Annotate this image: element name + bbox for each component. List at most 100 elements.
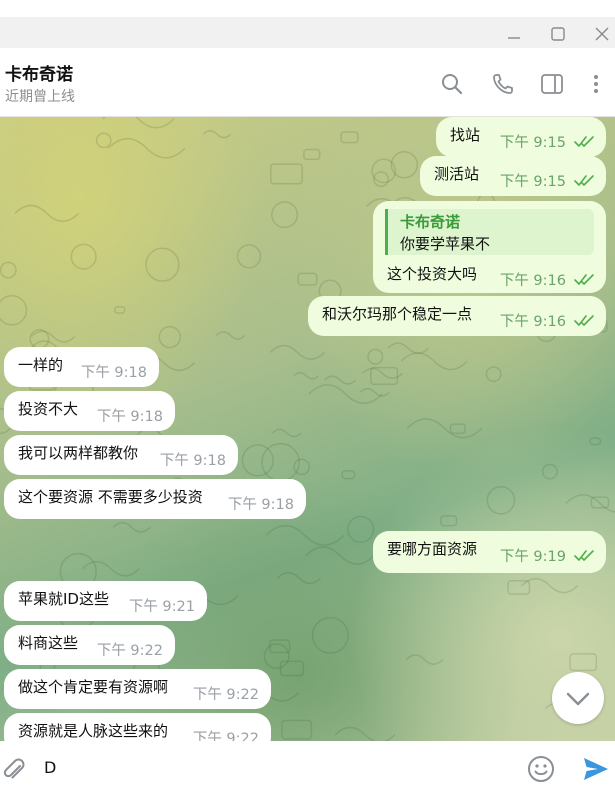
- message-input[interactable]: [44, 755, 504, 779]
- message-text: 测活站: [434, 165, 480, 183]
- incoming-message[interactable]: 这个要资源 不需要多少投资下午 9:18: [4, 479, 306, 519]
- outgoing-message[interactable]: 测活站下午 9:15: [420, 156, 606, 196]
- incoming-message[interactable]: 资源就是人脉这些来的下午 9:22: [4, 713, 271, 741]
- incoming-message[interactable]: 料商这些下午 9:22: [4, 625, 175, 665]
- wallpaper-doodle: [145, 247, 180, 282]
- message-text: 找站: [450, 126, 481, 144]
- wallpaper-doodle: [271, 201, 299, 229]
- wallpaper-doodle: [263, 643, 290, 670]
- wallpaper-doodle: [485, 366, 502, 383]
- message-time: 下午 9:18: [96, 409, 163, 425]
- message-text: 这个投资大吗: [387, 265, 478, 283]
- wallpaper-doodle: [341, 470, 356, 480]
- wallpaper-doodle: [0, 294, 28, 326]
- wallpaper-doodle: [293, 371, 319, 380]
- message-text: 一样的: [18, 356, 64, 374]
- sidebar-toggle-icon[interactable]: [540, 72, 564, 96]
- wallpaper-doodle: [279, 660, 305, 677]
- close-icon[interactable]: [592, 24, 612, 44]
- emoji-icon[interactable]: [527, 755, 555, 783]
- wallpaper-doodle: [270, 163, 303, 185]
- message-time: 下午 9:22: [192, 687, 259, 703]
- message-time: 下午 9:18: [159, 453, 226, 469]
- chat-area[interactable]: 找站 下午 9:15 测活站 下午 9:15 卡布奇诺 你要学苹果不 这个投资大吗 下午 9:…: [0, 117, 615, 741]
- wallpaper-doodle: [361, 367, 403, 380]
- wallpaper-doodle: [202, 129, 232, 139]
- wallpaper-doodle: [308, 384, 383, 404]
- message-time: 下午 9:18: [80, 365, 147, 381]
- wallpaper-doodle: [449, 423, 466, 435]
- wallpaper-doodle: [569, 653, 598, 672]
- read-check-icon: [574, 550, 594, 561]
- more-vert-icon[interactable]: [584, 72, 608, 96]
- wallpaper-doodle: [102, 117, 175, 129]
- message-text: 这个要资源 不需要多少投资: [18, 488, 203, 506]
- wallpaper-doodle: [359, 387, 390, 397]
- wallpaper-doodle: [400, 352, 468, 371]
- scroll-down-button[interactable]: [552, 672, 604, 724]
- wallpaper-doodle: [305, 546, 375, 565]
- wallpaper-doodle: [340, 131, 359, 144]
- message-time: 下午 9:15: [499, 174, 566, 190]
- message-time: 下午 9:16: [499, 273, 566, 289]
- wallpaper-doodle: [70, 243, 97, 270]
- phone-icon[interactable]: [491, 72, 515, 96]
- message-text: 资源就是人脉这些来的: [18, 722, 169, 740]
- wallpaper-doodle: [440, 515, 458, 527]
- send-icon[interactable]: [582, 755, 610, 783]
- outgoing-message[interactable]: 找站下午 9:15: [436, 117, 606, 157]
- minimize-icon[interactable]: [504, 24, 524, 44]
- attach-icon[interactable]: [0, 757, 28, 785]
- wallpaper-doodle: [405, 654, 444, 665]
- wallpaper-doodle: [158, 325, 182, 349]
- wallpaper-doodle: [371, 158, 397, 184]
- message-text: 要哪方面资源: [387, 540, 478, 558]
- wallpaper-doodle: [81, 560, 140, 577]
- message-text: 和沃尔玛那个稳定一点: [322, 305, 473, 323]
- wallpaper-doodle: [486, 485, 516, 515]
- wallpaper-doodle: [261, 442, 300, 482]
- message-text: 做这个肯定要有资源啊: [18, 678, 169, 696]
- incoming-message[interactable]: 苹果就ID这些 下午 9:21: [4, 581, 207, 621]
- chat-title[interactable]: 卡布奇诺: [5, 60, 73, 85]
- message-time: 下午 9:18: [227, 497, 294, 513]
- message-text: 我可以两样都教你: [18, 444, 139, 462]
- search-icon[interactable]: [440, 72, 464, 96]
- wallpaper-doodle: [324, 375, 357, 385]
- incoming-message[interactable]: 投资不大 下午 9:18: [4, 391, 175, 431]
- wallpaper-doodle: [297, 272, 318, 286]
- wallpaper-doodle: [112, 521, 151, 533]
- outgoing-message[interactable]: 要哪方面资源下午 9:19: [373, 531, 606, 573]
- window-titlebar: [0, 0, 615, 48]
- incoming-message[interactable]: 我可以两样都教你下午 9:18: [4, 435, 238, 475]
- message-time: 下午 9:21: [128, 599, 195, 615]
- wallpaper-doodle: [281, 719, 313, 740]
- message-time: 下午 9:15: [499, 135, 566, 151]
- wallpaper-doodle: [406, 418, 483, 439]
- composer: [0, 741, 615, 793]
- incoming-message[interactable]: 做这个肯定要有资源啊下午 9:22: [4, 669, 271, 709]
- outgoing-message[interactable]: 和沃尔玛那个稳定一点 下午 9:16: [308, 296, 606, 336]
- incoming-message[interactable]: 一样的 下午 9:18: [4, 347, 159, 387]
- read-check-icon: [574, 315, 594, 326]
- wallpaper-doodle: [277, 571, 322, 585]
- message-time: 下午 9:19: [499, 549, 566, 565]
- message-time: 下午 9:22: [96, 643, 163, 659]
- read-check-icon: [574, 175, 594, 186]
- wallpaper-doodle: [0, 261, 17, 279]
- wallpaper-doodle: [14, 204, 80, 223]
- wallpaper-doodle: [236, 244, 262, 269]
- wallpaper-doodle: [95, 132, 112, 149]
- reply-quote[interactable]: 卡布奇诺 你要学苹果不: [385, 209, 594, 255]
- wallpaper-doodle: [265, 524, 345, 546]
- read-check-icon: [574, 136, 594, 147]
- wallpaper-doodle: [113, 305, 126, 314]
- message-text: 料商这些: [18, 634, 79, 652]
- wallpaper-doodle: [387, 342, 430, 355]
- wallpaper-doodle: [272, 428, 302, 438]
- reply-sender: 卡布奇诺: [400, 213, 461, 231]
- message-time: 下午 9:22: [192, 731, 259, 741]
- outgoing-message[interactable]: 卡布奇诺 你要学苹果不这个投资大吗 下午 9:16: [373, 201, 606, 293]
- wallpaper-doodle: [30, 330, 76, 343]
- maximize-icon[interactable]: [548, 24, 568, 44]
